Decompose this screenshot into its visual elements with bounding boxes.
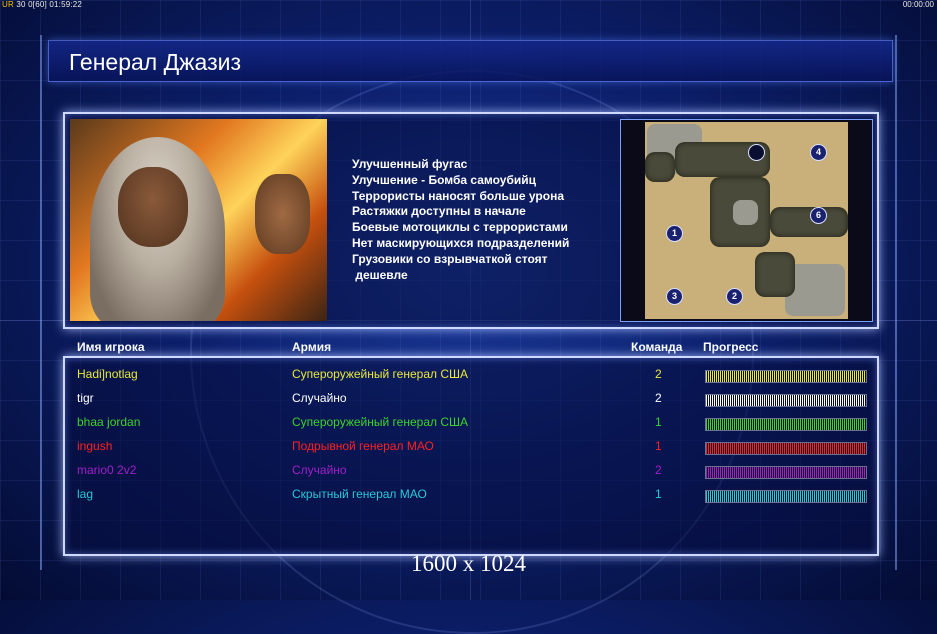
player-army: Супероружейный генерал США	[292, 415, 468, 429]
terrain-ridge	[770, 207, 848, 237]
portrait-face	[118, 167, 188, 247]
frame-right	[895, 35, 897, 570]
ability-line: Растяжки доступны в начале	[352, 204, 526, 219]
ability-line: Террористы наносят больше урона	[352, 188, 565, 203]
player-army: Случайно	[292, 391, 347, 405]
table-row: bhaa jordan Супероружейный генерал США 1	[65, 412, 877, 434]
title-bar: Генерал Джазиз	[48, 40, 893, 82]
resolution-label: 1600 x 1024	[411, 551, 526, 576]
player-team: 1	[655, 415, 662, 429]
loading-progress-bar	[705, 442, 867, 455]
loading-progress-bar	[705, 418, 867, 431]
start-slot[interactable]: 6	[810, 207, 827, 224]
loading-progress-bar	[705, 394, 867, 407]
table-row: ingush Подрывной генерал МАО 1	[65, 436, 877, 458]
header-progress: Прогресс	[703, 340, 759, 354]
player-name: bhaa jordan	[77, 415, 141, 429]
general-portrait	[70, 119, 327, 321]
player-team: 1	[655, 487, 662, 501]
table-row: mario0 2v2 Случайно 2	[65, 460, 877, 482]
player-army: Скрытный генерал МАО	[292, 487, 427, 501]
start-slot[interactable]: 1	[666, 225, 683, 242]
table-row: Hadi]notlag Супероружейный генерал США 2	[65, 364, 877, 386]
briefing-panel: Улучшенный фугас Улучшение - Бомба самоу…	[63, 112, 879, 329]
ability-line: Грузовики со взрывчаткой стоят	[352, 251, 548, 266]
terrain-ridge	[755, 252, 795, 297]
header-army: Армия	[292, 340, 332, 354]
header-player: Имя игрока	[77, 340, 145, 354]
general-title: Генерал Джазиз	[69, 49, 242, 75]
general-abilities: Улучшенный фугас Улучшение - Бомба самоу…	[352, 157, 612, 283]
terrain-plateau	[733, 200, 758, 225]
hud-prefix: UR	[2, 0, 14, 9]
start-slot-empty[interactable]	[748, 144, 765, 161]
player-team: 2	[655, 463, 662, 477]
minimap: 4 1 6 3 2	[620, 119, 873, 322]
player-name: lag	[77, 487, 94, 501]
ability-line: Улучшенный фугас	[352, 157, 468, 171]
player-name: Hadi]notlag	[77, 367, 138, 381]
start-slot[interactable]: 2	[726, 288, 743, 305]
hud-clock: 00:00:00	[902, 0, 934, 9]
loading-progress-bar	[705, 370, 867, 383]
player-army: Супероружейный генерал США	[292, 367, 468, 381]
hud-stats: UR 30 0[60] 01:59:22	[2, 0, 82, 9]
player-team: 2	[655, 367, 662, 381]
player-name: mario0 2v2	[77, 463, 137, 477]
player-army: Подрывной генерал МАО	[292, 439, 434, 453]
ability-line: Боевые мотоциклы с террористами	[352, 220, 568, 235]
player-name: ingush	[77, 439, 113, 453]
ability-line: Нет маскирующихся подразделений	[352, 235, 570, 250]
start-slot[interactable]: 3	[666, 288, 683, 305]
table-row: tigr Случайно 2	[65, 388, 877, 410]
player-list: Hadi]notlag Супероружейный генерал США 2…	[63, 356, 879, 556]
hud-values: 30 0[60] 01:59:22	[16, 0, 83, 9]
loading-progress-bar	[705, 490, 867, 503]
player-army: Случайно	[292, 463, 347, 477]
frame-left	[40, 35, 42, 570]
terrain-ridge	[645, 152, 675, 182]
loading-progress-bar	[705, 466, 867, 479]
ability-line: дешевле	[352, 267, 408, 282]
player-name: tigr	[77, 391, 94, 405]
header-team: Команда	[631, 340, 683, 354]
start-slot[interactable]: 4	[810, 144, 827, 161]
player-team: 2	[655, 391, 662, 405]
table-row: lag Скрытный генерал МАО 1	[65, 484, 877, 506]
ability-line: Улучшение - Бомба самоубийц	[352, 172, 536, 187]
player-team: 1	[655, 439, 662, 453]
player-table-headers: Имя игрока Армия Команда Прогресс	[0, 340, 937, 356]
portrait-hand	[255, 174, 310, 254]
